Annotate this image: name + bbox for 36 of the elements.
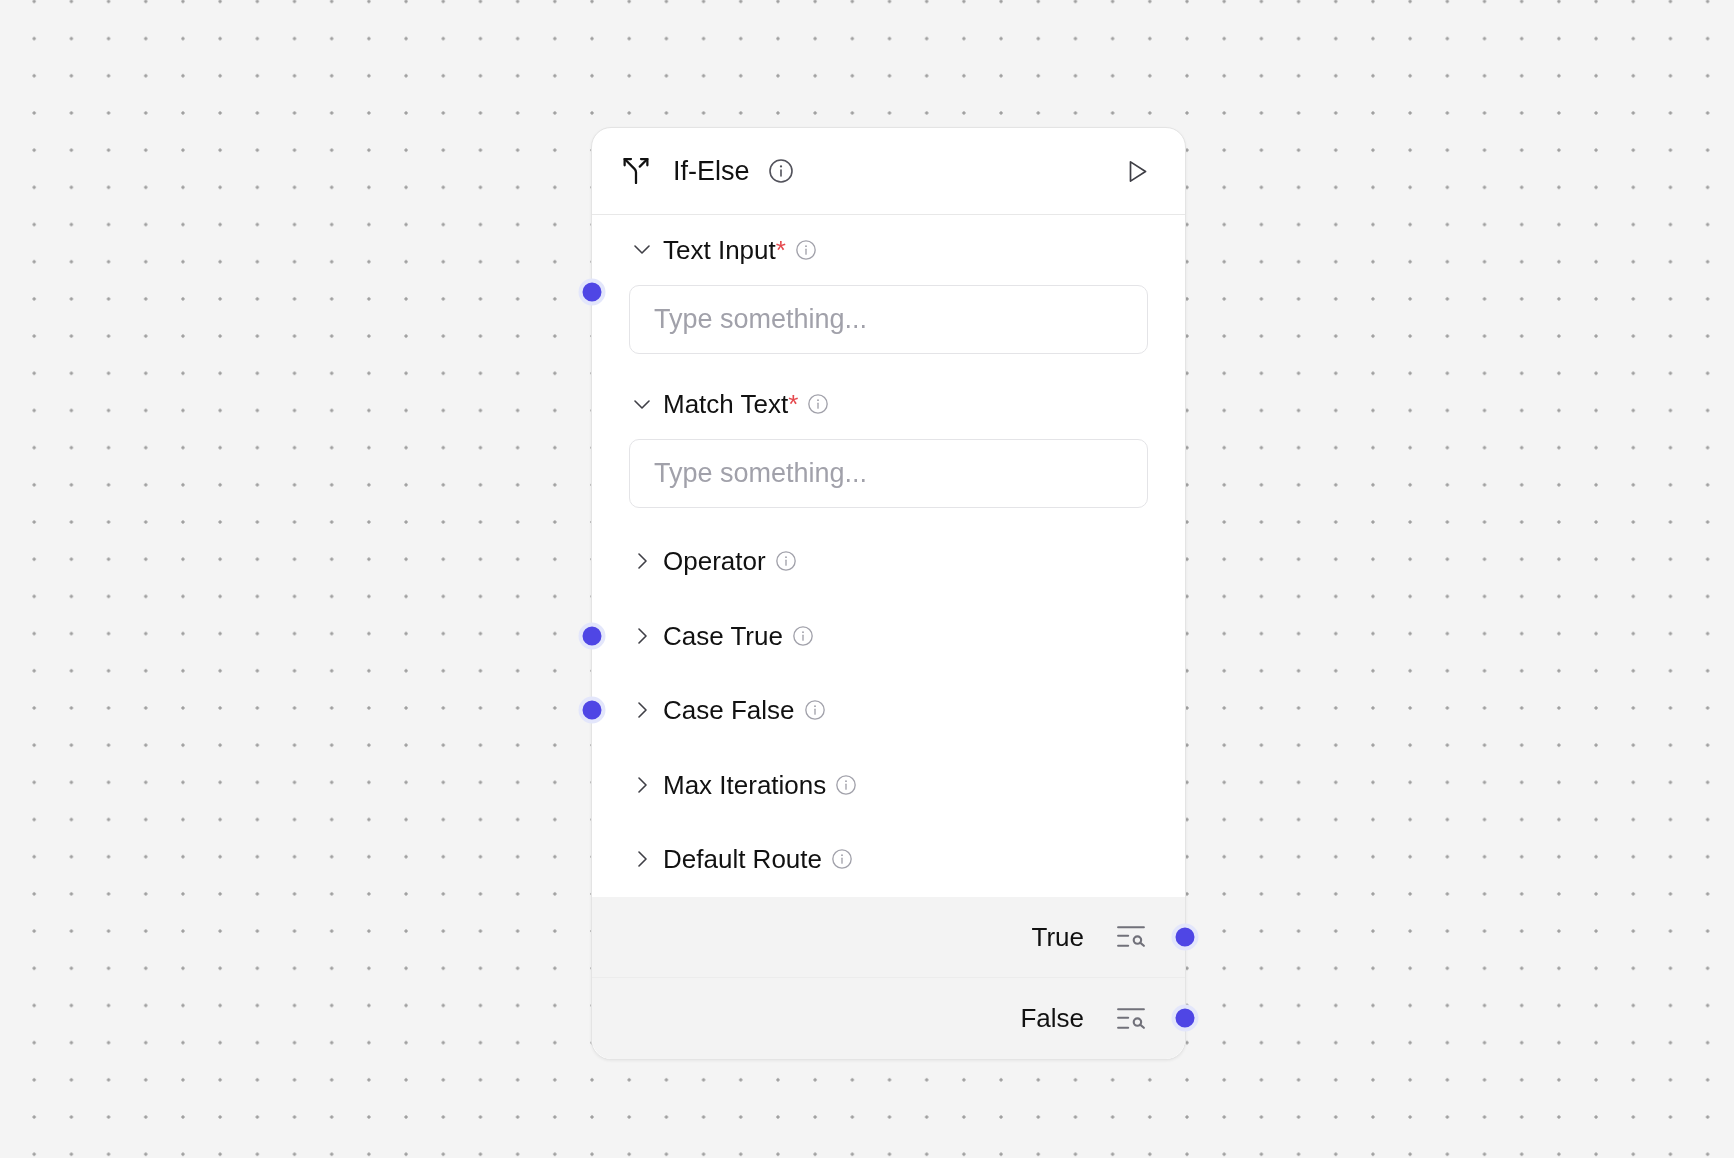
- field-label: Operator: [663, 548, 766, 574]
- chevron-down-icon[interactable]: [634, 399, 650, 409]
- info-icon: [808, 394, 829, 414]
- info-icon: [804, 700, 825, 720]
- field-label: Match Text*: [663, 391, 799, 417]
- output-label: False: [1020, 1005, 1084, 1031]
- info-icon: [836, 774, 857, 795]
- chevron-down-icon[interactable]: [634, 245, 650, 254]
- info-icon: [792, 625, 813, 646]
- input-field[interactable]: Type something...: [629, 439, 1148, 508]
- field-label: Max Iterations: [663, 771, 827, 798]
- connection-handle[interactable]: [1171, 923, 1199, 950]
- field-label: Case True: [663, 622, 783, 649]
- play-icon[interactable]: [1128, 160, 1148, 182]
- info-icon: [795, 239, 816, 260]
- connection-handle[interactable]: [578, 696, 606, 724]
- field-label: Case False: [663, 697, 795, 723]
- input-field[interactable]: Type something...: [629, 284, 1148, 354]
- field-label: Text Input*: [663, 236, 786, 263]
- node-title: If-Else: [673, 157, 750, 185]
- info-icon: [775, 551, 796, 571]
- list-search-icon[interactable]: [1117, 1006, 1145, 1030]
- info-icon: [768, 159, 793, 183]
- chevron-right-icon[interactable]: [637, 776, 647, 793]
- chevron-right-icon[interactable]: [637, 627, 647, 644]
- field-label: Default Route: [663, 846, 822, 872]
- list-search-icon[interactable]: [1117, 925, 1145, 948]
- info-icon: [832, 849, 852, 869]
- connection-handle[interactable]: [578, 622, 606, 650]
- chevron-right-icon[interactable]: [637, 851, 647, 867]
- output-label: True: [1031, 923, 1084, 950]
- chevron-right-icon[interactable]: [637, 702, 647, 718]
- chevron-right-icon[interactable]: [637, 553, 647, 569]
- connection-handle[interactable]: [578, 278, 606, 306]
- split-arrows-icon: [623, 158, 649, 184]
- connection-handle[interactable]: [1171, 1004, 1199, 1032]
